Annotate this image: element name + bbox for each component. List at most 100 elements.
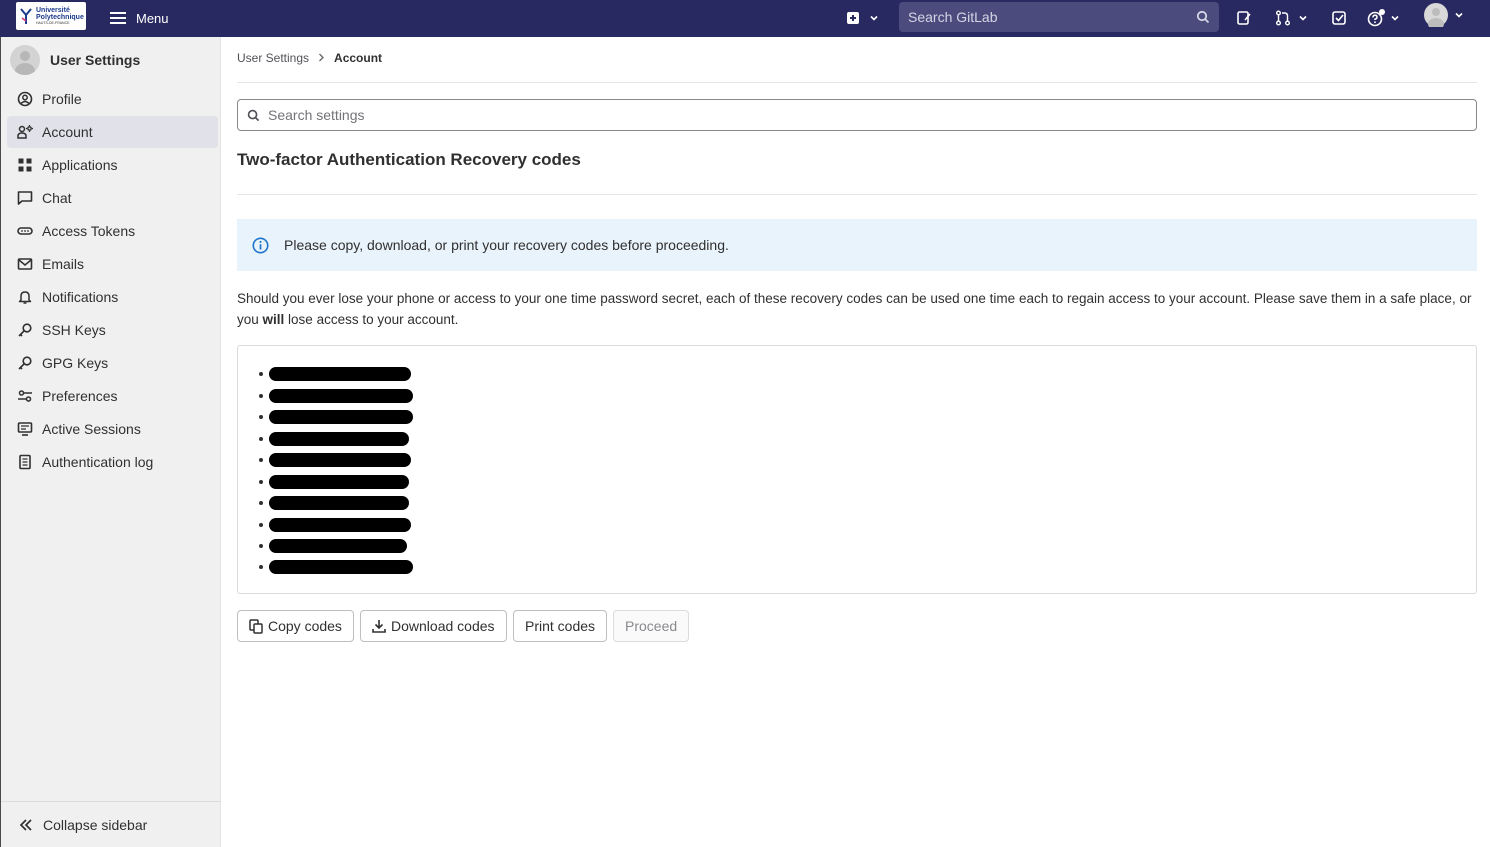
hamburger-icon [110, 12, 126, 24]
menu-button[interactable]: Menu [110, 7, 169, 29]
sidebar-item-label: Notifications [42, 289, 119, 305]
download-codes-button[interactable]: Download codes [360, 610, 507, 642]
user-settings-sidebar: User Settings Profile Account Applicatio… [0, 37, 221, 847]
sidebar-item-authentication-log[interactable]: Authentication log [7, 446, 218, 478]
redacted-code [269, 432, 409, 446]
search-icon [247, 109, 260, 121]
logo-line3: HAUTS-DE-FRANCE [36, 20, 70, 25]
list-item [259, 367, 411, 381]
list-item [259, 453, 411, 467]
menu-label: Menu [136, 10, 169, 26]
divider [237, 194, 1477, 195]
merge-requests-button[interactable] [1275, 8, 1309, 28]
account-icon [17, 125, 33, 139]
sidebar-item-label: Active Sessions [42, 421, 141, 437]
sidebar-item-access-tokens[interactable]: Access Tokens [7, 215, 218, 247]
redacted-code [269, 496, 409, 510]
sidebar-item-label: Access Tokens [42, 223, 136, 239]
user-avatar [10, 45, 40, 75]
sidebar-item-notifications[interactable]: Notifications [7, 281, 218, 313]
sidebar-item-label: SSH Keys [42, 322, 106, 338]
redacted-code [269, 453, 411, 467]
sidebar-item-chat[interactable]: Chat [7, 182, 218, 214]
sidebar-item-gpg-keys[interactable]: GPG Keys [7, 347, 218, 379]
sidebar-item-preferences[interactable]: Preferences [7, 380, 218, 412]
breadcrumb-parent[interactable]: User Settings [237, 51, 309, 65]
collapse-sidebar-label: Collapse sidebar [43, 816, 148, 833]
search-settings-placeholder: Search settings [268, 107, 365, 123]
help-dropdown[interactable] [1367, 8, 1401, 28]
sidebar-header[interactable]: User Settings [10, 45, 140, 75]
merge-request-icon [1276, 10, 1290, 26]
sidebar-item-profile[interactable]: Profile [7, 83, 218, 115]
logo-line2: Polytechnique [36, 13, 84, 21]
redacted-code [269, 389, 413, 403]
sidebar-item-applications[interactable]: Applications [7, 149, 218, 181]
list-item [259, 475, 409, 489]
sidebar-item-label: Applications [42, 157, 118, 173]
user-menu[interactable] [1424, 3, 1465, 27]
sidebar-item-active-sessions[interactable]: Active Sessions [7, 413, 218, 445]
profile-icon [17, 91, 33, 107]
search-gitlab-input[interactable]: Search GitLab [899, 2, 1219, 32]
chevron-down-icon [1391, 15, 1399, 21]
page-title: Two-factor Authentication Recovery codes [237, 150, 581, 169]
sidebar-item-account[interactable]: Account [7, 116, 218, 148]
list-item [259, 539, 407, 553]
issues-button[interactable] [1236, 8, 1252, 28]
preferences-icon [18, 390, 32, 402]
key-icon [18, 356, 32, 370]
redacted-code [269, 475, 409, 489]
recovery-description: Should you ever lose your phone or acces… [237, 291, 1472, 327]
copy-codes-button[interactable]: Copy codes [237, 610, 354, 642]
list-item [259, 560, 413, 574]
proceed-button[interactable]: Proceed [613, 610, 690, 642]
help-icon [1367, 9, 1385, 27]
logo-line1: Université [36, 6, 70, 14]
log-icon [19, 454, 31, 470]
download-icon [372, 620, 386, 633]
sidebar-item-label: Chat [42, 190, 72, 206]
list-item [259, 389, 413, 403]
list-item [259, 432, 409, 446]
proceed-label: Proceed [625, 618, 678, 634]
list-item [259, 410, 413, 424]
bell-icon [18, 291, 32, 304]
search-settings-input[interactable]: Search settings [237, 99, 1477, 131]
logo-mark-icon [19, 6, 33, 26]
double-chevron-left-icon [19, 818, 32, 831]
print-codes-button[interactable]: Print codes [513, 610, 608, 642]
new-dropdown[interactable] [846, 8, 880, 28]
search-icon [1196, 10, 1210, 24]
chevron-down-icon [1455, 12, 1463, 18]
avatar-icon [1424, 3, 1448, 27]
applications-icon [18, 158, 32, 172]
breadcrumb-separator-icon [318, 51, 325, 65]
breadcrumb: User Settings Account [237, 51, 382, 65]
token-icon [17, 227, 33, 235]
list-item [259, 518, 411, 532]
monitor-icon [17, 422, 33, 436]
alert-text: Please copy, download, or print your rec… [284, 237, 729, 253]
info-alert: Please copy, download, or print your rec… [237, 219, 1477, 271]
top-navbar: Université Polytechnique HAUTS-DE-FRANCE… [0, 0, 1490, 37]
redacted-code [269, 518, 411, 532]
sidebar-item-emails[interactable]: Emails [7, 248, 218, 280]
issues-icon [1237, 11, 1251, 25]
redacted-code [269, 560, 413, 574]
chat-icon [17, 191, 33, 205]
recovery-codes-list [237, 345, 1477, 594]
sidebar-item-ssh-keys[interactable]: SSH Keys [7, 314, 218, 346]
university-logo[interactable]: Université Polytechnique HAUTS-DE-FRANCE [16, 2, 86, 30]
todos-button[interactable] [1331, 8, 1347, 28]
collapse-sidebar-button[interactable]: Collapse sidebar [1, 801, 221, 847]
sidebar-item-label: Profile [42, 91, 82, 107]
mail-icon [17, 258, 33, 270]
sidebar-item-label: Account [42, 124, 93, 140]
print-codes-label: Print codes [525, 618, 596, 634]
sidebar-item-label: Emails [42, 256, 85, 272]
breadcrumb-current[interactable]: Account [334, 51, 382, 65]
redacted-code [269, 367, 411, 381]
plus-square-icon [847, 12, 859, 24]
download-codes-label: Download codes [391, 618, 495, 634]
